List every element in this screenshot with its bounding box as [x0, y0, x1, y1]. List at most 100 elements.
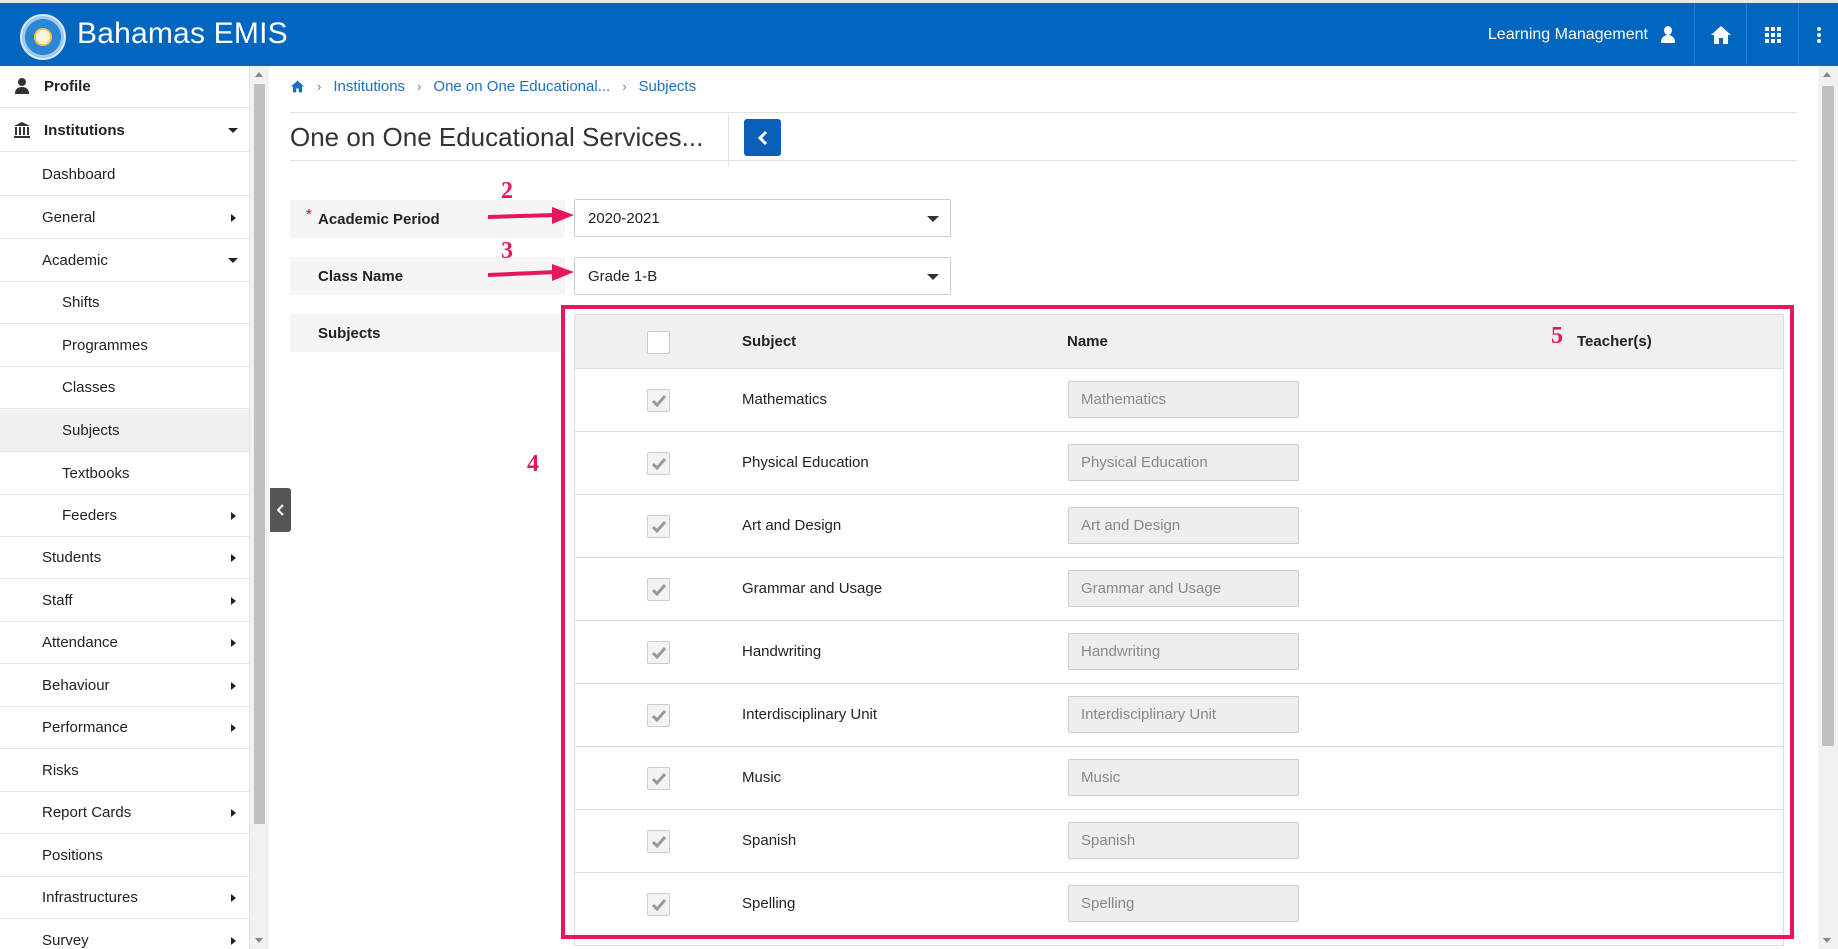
sidebar-item-label: Feeders [62, 507, 118, 524]
breadcrumb-separator: › [622, 79, 627, 94]
chevron-right-icon [231, 596, 236, 605]
scroll-down-icon[interactable] [1823, 938, 1831, 943]
dropdown-arrow-icon [927, 274, 939, 280]
sidebar-item-attendance[interactable]: Attendance [0, 622, 249, 664]
annotation-arrow [487, 264, 574, 281]
academic-period-select[interactable]: 2020-2021 [574, 199, 951, 237]
sidebar-item-label: Programmes [62, 337, 148, 354]
back-button[interactable] [744, 119, 781, 156]
sidebar-item-staff[interactable]: Staff [0, 580, 249, 622]
chevron-right-icon [231, 808, 236, 817]
label-text: Academic Period [318, 210, 440, 228]
breadcrumb-institutions[interactable]: Institutions [333, 78, 405, 95]
sidebar-item-label: Classes [62, 379, 116, 396]
sidebar-item-general[interactable]: General [0, 197, 249, 239]
sidebar-item-textbooks[interactable]: Textbooks [0, 453, 249, 495]
divider [290, 160, 1797, 161]
sidebar-item-label: Academic [42, 252, 108, 269]
sidebar-item-report-cards[interactable]: Report Cards [0, 792, 249, 834]
sidebar-item-shifts[interactable]: Shifts [0, 282, 249, 324]
sidebar-item-label: Subjects [62, 422, 120, 439]
sidebar-item-label: Behaviour [42, 677, 110, 694]
sidebar-item-label: Profile [44, 78, 91, 95]
scroll-down-icon[interactable] [255, 938, 263, 943]
chevron-left-icon [276, 504, 284, 516]
main-content: › Institutions › One on One Educational.… [290, 66, 1818, 949]
annotation-arrow [487, 207, 574, 224]
sidebar-item-label: Textbooks [62, 465, 130, 482]
annotation-number: 5 [1551, 323, 1563, 349]
sidebar-item-programmes[interactable]: Programmes [0, 325, 249, 367]
annotation-frame [561, 305, 1794, 939]
user-icon[interactable] [1660, 25, 1676, 44]
divider [728, 114, 729, 166]
sidebar-item-label: Risks [42, 762, 79, 779]
breadcrumb-institution-name[interactable]: One on One Educational... [433, 78, 610, 95]
chevron-right-icon [231, 893, 236, 902]
sidebar-item-label: Survey [42, 932, 89, 949]
sidebar-item-label: Staff [42, 592, 73, 609]
required-asterisk: * [306, 206, 312, 223]
emis-logo-icon [20, 14, 66, 60]
annotation-number: 4 [527, 451, 539, 477]
sidebar-item-label: Students [42, 549, 102, 566]
chevron-right-icon [231, 213, 236, 222]
annotation-number: 3 [501, 238, 513, 264]
home-icon[interactable] [290, 80, 305, 93]
sidebar-item-dashboard[interactable]: Dashboard [0, 154, 249, 196]
sidebar-item-classes[interactable]: Classes [0, 367, 249, 409]
chevron-right-icon [231, 723, 236, 732]
dropdown-arrow-icon [927, 216, 939, 222]
page-title: One on One Educational Services... [290, 122, 704, 152]
chevron-right-icon [231, 553, 236, 562]
class-name-select[interactable]: Grade 1-B [574, 257, 951, 295]
sidebar-item-performance[interactable]: Performance [0, 707, 249, 749]
home-button[interactable] [1694, 3, 1746, 66]
sidebar-item-label: General [42, 209, 96, 226]
app-title: Bahamas EMIS [77, 17, 288, 50]
collapse-sidebar-button[interactable] [270, 488, 291, 532]
sidebar-item-institutions[interactable]: Institutions [0, 110, 249, 152]
sidebar: Profile Institutions Dashboard General A… [0, 66, 250, 949]
sidebar-item-label: Shifts [62, 294, 100, 311]
apps-grid-button[interactable] [1746, 3, 1798, 66]
sidebar-item-label: Performance [42, 719, 128, 736]
chevron-right-icon [231, 936, 236, 945]
sidebar-item-survey[interactable]: Survey [0, 920, 249, 949]
home-icon [1710, 25, 1731, 44]
breadcrumb-separator: › [317, 79, 322, 94]
sidebar-item-feeders[interactable]: Feeders [0, 495, 249, 537]
sidebar-item-behaviour[interactable]: Behaviour [0, 665, 249, 707]
sidebar-item-positions[interactable]: Positions [0, 835, 249, 877]
subjects-label: Subjects [290, 314, 565, 352]
apps-grid-icon [1764, 26, 1781, 43]
top-header: Bahamas EMIS Learning Management [0, 0, 1838, 66]
sidebar-item-subjects[interactable]: Subjects [0, 410, 249, 452]
page-scrollbar[interactable] [1818, 66, 1838, 949]
user-icon [15, 78, 29, 94]
module-label[interactable]: Learning Management [1488, 26, 1648, 44]
chevron-left-icon [757, 130, 767, 145]
scrollbar-thumb[interactable] [1822, 86, 1834, 746]
sidebar-item-label: Infrastructures [42, 889, 138, 906]
sidebar-item-label: Attendance [42, 634, 118, 651]
sidebar-item-infrastructures[interactable]: Infrastructures [0, 877, 249, 919]
sidebar-scrollbar[interactable] [250, 66, 269, 949]
label-text: Class Name [318, 267, 404, 285]
sidebar-item-profile[interactable]: Profile [0, 66, 249, 108]
scrollbar-thumb[interactable] [254, 84, 265, 824]
sidebar-item-risks[interactable]: Risks [0, 750, 249, 792]
chevron-down-icon [228, 258, 238, 263]
sidebar-item-label: Report Cards [42, 804, 132, 821]
scroll-up-icon[interactable] [1823, 72, 1831, 77]
select-value: 2020-2021 [588, 209, 660, 227]
sidebar-item-academic[interactable]: Academic [0, 240, 249, 282]
sidebar-item-label: Dashboard [42, 166, 116, 183]
sidebar-item-students[interactable]: Students [0, 537, 249, 579]
breadcrumb-separator: › [417, 79, 422, 94]
breadcrumb-subjects[interactable]: Subjects [639, 78, 697, 95]
divider [290, 112, 1797, 113]
label-text: Subjects [318, 324, 381, 342]
scroll-up-icon[interactable] [255, 72, 263, 77]
more-menu-button[interactable] [1798, 3, 1838, 66]
